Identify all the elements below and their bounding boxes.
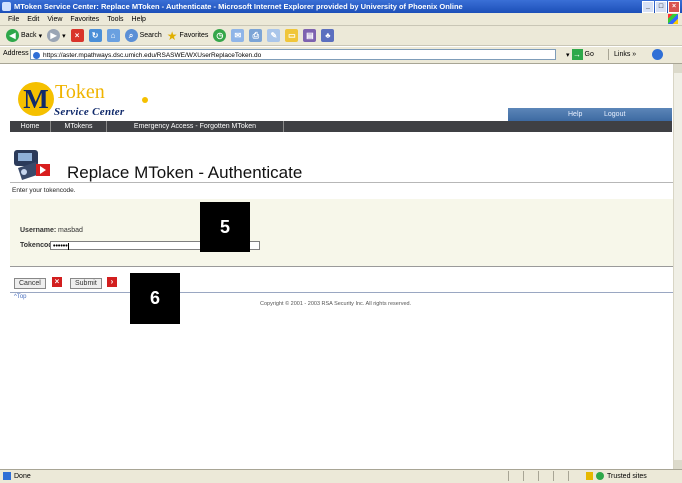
address-dropdown-icon[interactable]: ▾ — [566, 51, 570, 59]
menu-favorites[interactable]: Favorites — [70, 16, 99, 23]
status-segment — [553, 471, 568, 481]
maximize-icon[interactable]: □ — [655, 1, 667, 13]
status-segment — [568, 471, 583, 481]
status-done: Done — [3, 472, 31, 480]
nav-emergency-access[interactable]: Emergency Access - Forgotten MToken — [107, 121, 284, 132]
mtoken-logo-m: M — [18, 82, 54, 116]
address-input[interactable]: https://aster.mpathways.dsc.umich.edu/RS… — [30, 49, 556, 60]
status-bar: Done Trusted sites — [0, 469, 682, 483]
top-link[interactable]: ^Top — [14, 294, 27, 300]
search-button[interactable]: ⌕ Search — [124, 29, 162, 42]
logo-dot — [142, 97, 148, 103]
copyright-text: Copyright © 2001 - 2003 RSA Security Inc… — [260, 301, 412, 307]
security-zone[interactable]: Trusted sites — [586, 472, 647, 480]
links-button[interactable]: Links » — [608, 49, 636, 60]
page-icon — [33, 52, 40, 59]
favorites-label: Favorites — [179, 32, 209, 39]
username-value: masbad — [58, 227, 83, 234]
page-title: Replace MToken - Authenticate — [67, 163, 303, 182]
browser-toolbar: ◀ Back ▾ ▶ ▾ × ↻ ⌂ ⌕ Search ★ Favorites … — [0, 26, 682, 46]
page-done-icon — [3, 472, 11, 480]
address-label: Address — [3, 50, 29, 57]
username-label: Username: — [20, 227, 57, 234]
callout-step-5: 5 — [200, 202, 250, 252]
menu-file[interactable]: File — [8, 16, 19, 23]
scroll-up-icon[interactable] — [674, 64, 682, 73]
home-icon[interactable]: ⌂ — [106, 29, 120, 42]
cancel-button[interactable]: Cancel — [14, 278, 46, 289]
callout-step-6: 6 — [130, 273, 180, 324]
zone-label: Trusted sites — [607, 472, 647, 480]
title-divider — [10, 182, 673, 183]
status-segment — [508, 471, 523, 481]
status-segment — [523, 471, 538, 481]
search-icon: ⌕ — [124, 29, 138, 42]
menu-help[interactable]: Help — [132, 16, 146, 23]
favorites-button[interactable]: ★ Favorites — [167, 29, 209, 43]
menu-edit[interactable]: Edit — [27, 16, 39, 23]
menu-bar: File Edit View Favorites Tools Help — [0, 13, 682, 26]
ie-app-icon — [2, 2, 11, 11]
replace-token-icon — [14, 150, 50, 180]
menu-tools[interactable]: Tools — [107, 16, 123, 23]
window-title: MToken Service Center: Replace MToken - … — [14, 2, 463, 11]
logout-link[interactable]: Logout — [604, 108, 625, 121]
folder-icon[interactable]: ▭ — [285, 29, 299, 42]
site-nav: Home MTokens Emergency Access - Forgotte… — [10, 121, 672, 132]
top-links-bar: Help Logout — [508, 108, 672, 121]
cancel-x-icon[interactable]: × — [52, 277, 62, 287]
refresh-icon[interactable]: ↻ — [88, 29, 102, 42]
status-segment — [538, 471, 553, 481]
window-title-bar: MToken Service Center: Replace MToken - … — [0, 0, 682, 13]
status-text: Done — [14, 472, 31, 480]
chevron-down-icon: ▾ — [62, 32, 66, 40]
page-content: M Token Service Center Help Logout Home … — [0, 64, 673, 469]
address-bar: Address https://aster.mpathways.dsc.umic… — [0, 47, 682, 64]
forward-button[interactable]: ▶ ▾ — [47, 29, 66, 42]
go-button[interactable]: ▾ → Go — [566, 49, 594, 60]
go-arrow-icon: → — [571, 49, 583, 60]
help-link[interactable]: Help — [568, 108, 582, 121]
back-button[interactable]: ◀ Back ▾ — [6, 29, 42, 42]
trusted-check-icon — [596, 472, 604, 480]
instruction-text: Enter your tokencode. — [12, 187, 76, 194]
logo-subtitle: Service Center — [54, 106, 125, 118]
menu-view[interactable]: View — [47, 16, 62, 23]
stop-icon[interactable]: × — [70, 29, 84, 42]
chevron-down-icon: ▾ — [38, 32, 43, 40]
links-label: Links — [614, 51, 631, 58]
submit-arrow-icon[interactable]: › — [107, 277, 117, 287]
nav-home[interactable]: Home — [10, 121, 51, 132]
tokencode-value: •••••• — [53, 243, 68, 250]
toolbar-extension-icon[interactable] — [652, 49, 663, 60]
messenger-icon[interactable]: ♣ — [321, 29, 335, 42]
mail-icon[interactable]: ✉ — [231, 29, 245, 42]
nav-mtokens[interactable]: MTokens — [51, 121, 107, 132]
back-arrow-icon: ◀ — [6, 29, 19, 42]
go-label: Go — [584, 51, 594, 58]
print-icon[interactable]: ⎙ — [249, 29, 263, 42]
edit-icon[interactable]: ✎ — [267, 29, 281, 42]
close-icon[interactable]: × — [668, 1, 680, 13]
windows-logo-icon — [668, 14, 678, 24]
research-icon[interactable]: ▤ — [303, 29, 317, 42]
scroll-down-icon[interactable] — [674, 460, 682, 469]
lock-icon — [586, 472, 593, 480]
search-label: Search — [139, 32, 162, 39]
forward-arrow-icon: ▶ — [47, 29, 61, 42]
address-url: https://aster.mpathways.dsc.umich.edu/RS… — [43, 52, 262, 59]
logo-token-text: Token — [55, 81, 105, 103]
button-divider — [10, 292, 673, 293]
minimize-icon[interactable]: _ — [642, 1, 654, 13]
back-label: Back — [21, 32, 37, 39]
history-icon[interactable]: ◷ — [213, 29, 227, 42]
window-controls: _ □ × — [642, 1, 680, 13]
vertical-scrollbar[interactable] — [673, 64, 682, 469]
auth-form: Username: masbad Tokencode: •••••• — [10, 199, 673, 267]
star-icon: ★ — [166, 28, 178, 43]
submit-button[interactable]: Submit — [70, 278, 102, 289]
